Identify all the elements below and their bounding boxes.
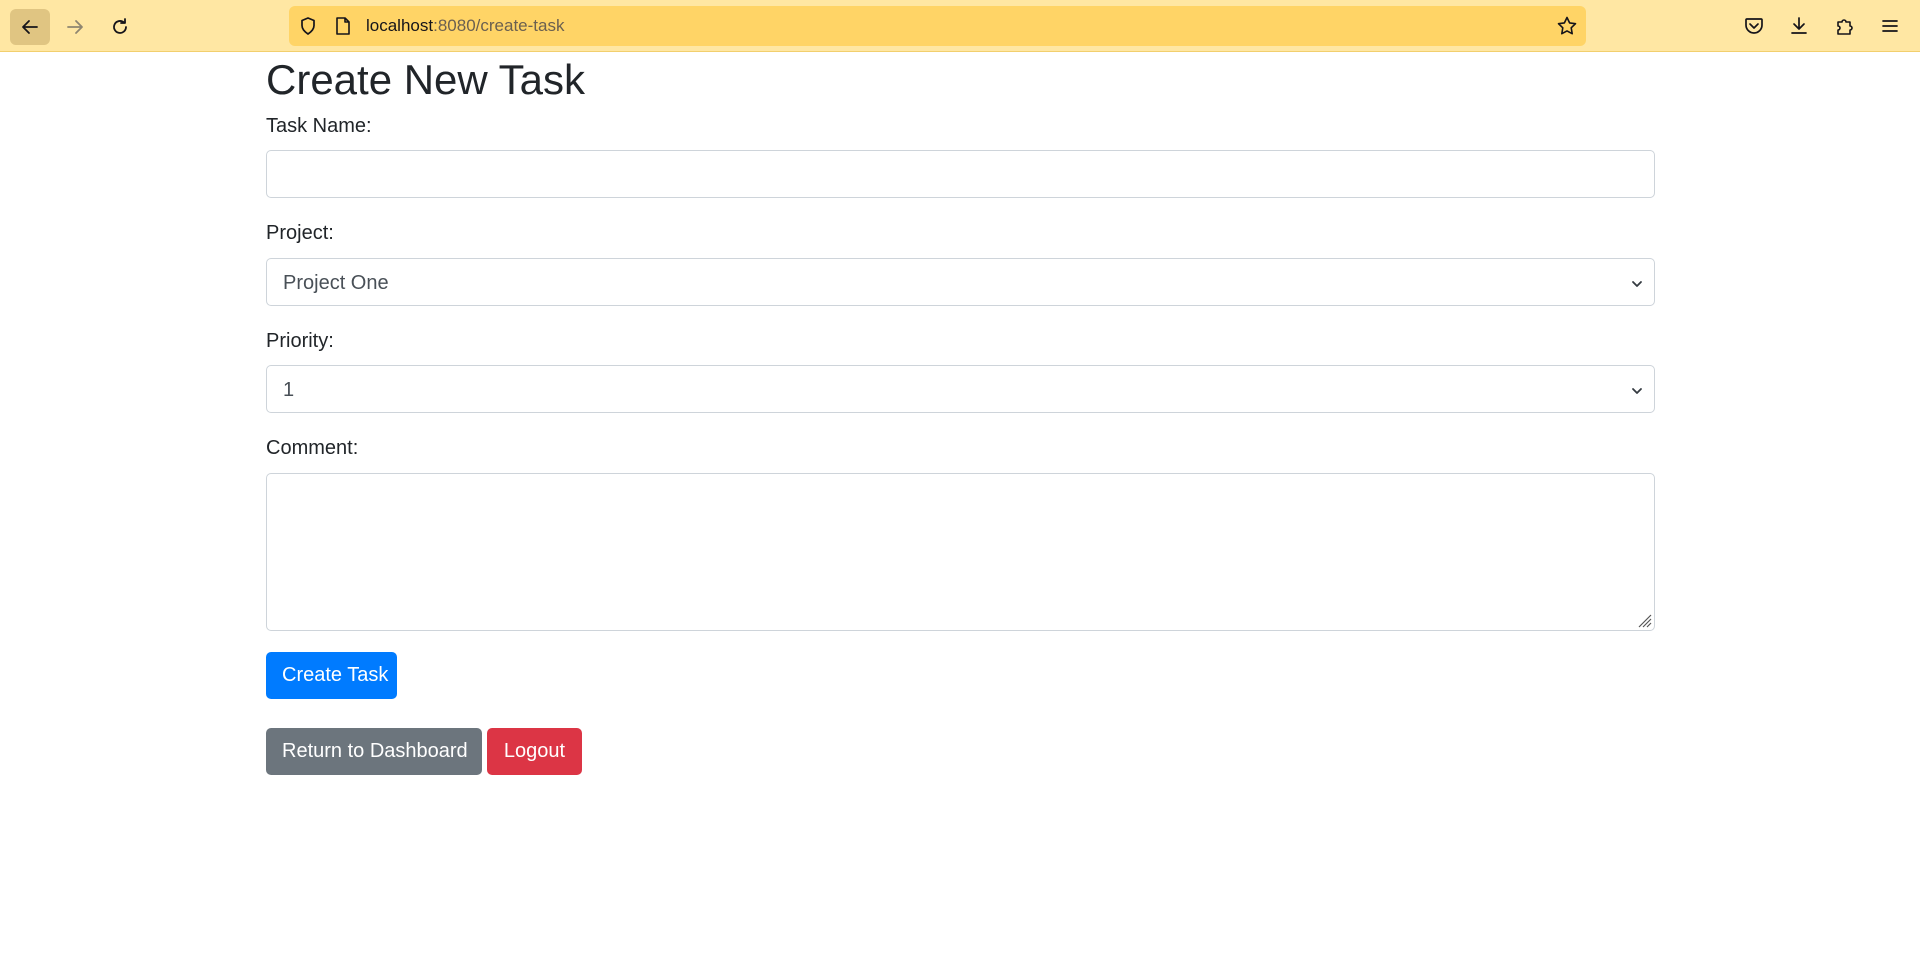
page-icon bbox=[336, 17, 350, 35]
task-name-input[interactable] bbox=[266, 150, 1655, 198]
project-label: Project: bbox=[266, 222, 334, 244]
priority-label: Priority: bbox=[266, 330, 334, 352]
forward-button[interactable] bbox=[55, 9, 95, 45]
browser-toolbar: localhost:8080/create-task bbox=[0, 0, 1920, 52]
pocket-button[interactable] bbox=[1740, 12, 1768, 40]
return-to-dashboard-button[interactable]: Return to Dashboard bbox=[266, 728, 482, 775]
priority-select[interactable]: 1 bbox=[266, 365, 1655, 413]
chevron-down-icon bbox=[1632, 281, 1642, 287]
hamburger-menu-icon bbox=[1882, 20, 1898, 32]
url-host: localhost bbox=[366, 16, 434, 35]
shield-icon[interactable] bbox=[298, 16, 318, 36]
create-task-button[interactable]: Create Task bbox=[266, 652, 397, 699]
arrow-left-icon bbox=[22, 20, 38, 34]
pocket-icon bbox=[1745, 18, 1763, 34]
reload-icon bbox=[113, 18, 127, 34]
comment-label: Comment: bbox=[266, 437, 359, 459]
logout-button[interactable]: Logout bbox=[487, 728, 582, 775]
url-path: :8080/create-task bbox=[433, 16, 565, 35]
arrow-right-icon bbox=[67, 20, 83, 34]
download-icon bbox=[1791, 17, 1807, 34]
resize-grip-icon[interactable] bbox=[1634, 610, 1652, 628]
chevron-down-icon bbox=[1632, 388, 1642, 394]
extensions-button[interactable] bbox=[1831, 12, 1859, 40]
page-title: Create New Task bbox=[266, 56, 586, 103]
url-text[interactable]: localhost:8080/create-task bbox=[366, 16, 564, 36]
star-icon[interactable] bbox=[1556, 15, 1578, 37]
url-bar[interactable]: localhost:8080/create-task bbox=[289, 6, 1586, 46]
back-button[interactable] bbox=[10, 9, 50, 45]
task-name-label: Task Name: bbox=[266, 115, 372, 137]
project-select[interactable]: Project One bbox=[266, 258, 1655, 306]
comment-textarea[interactable] bbox=[266, 473, 1655, 631]
priority-selected-value: 1 bbox=[283, 379, 295, 401]
reload-button[interactable] bbox=[100, 9, 140, 45]
puzzle-icon bbox=[1837, 19, 1853, 35]
downloads-button[interactable] bbox=[1785, 12, 1813, 40]
project-selected-value: Project One bbox=[283, 272, 389, 294]
menu-button[interactable] bbox=[1876, 12, 1904, 40]
